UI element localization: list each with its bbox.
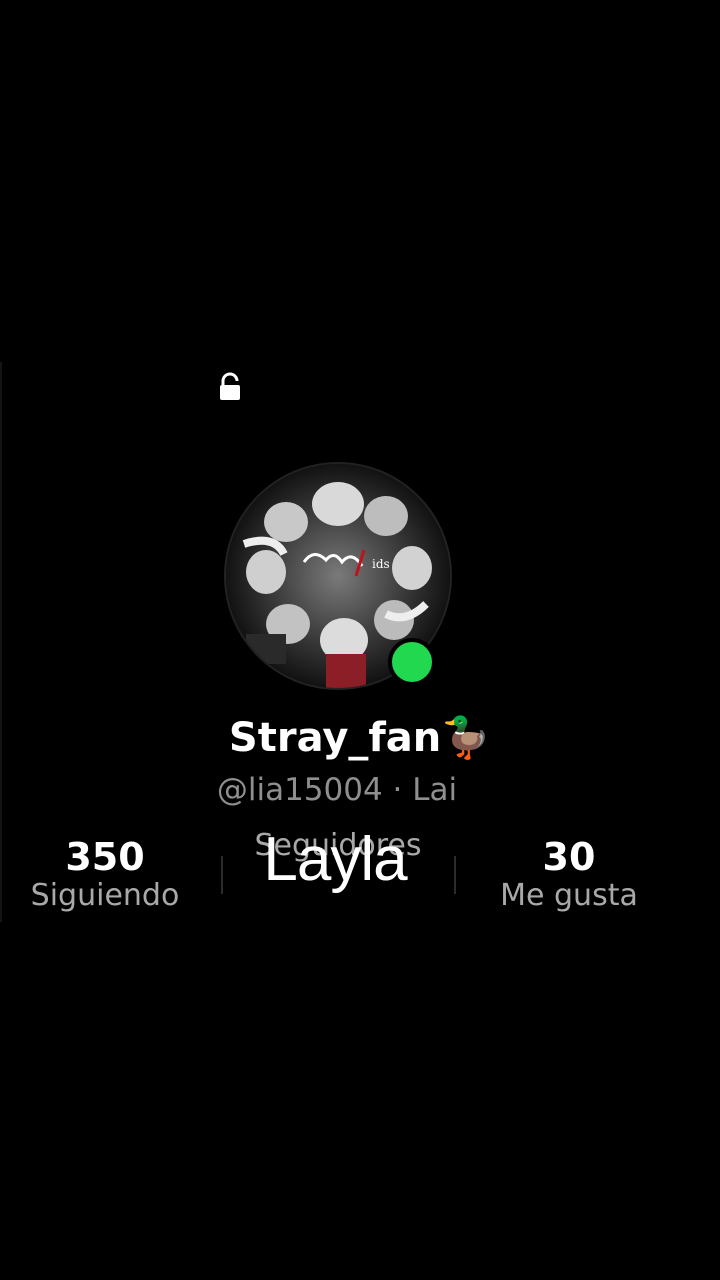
lock-icon xyxy=(219,372,241,402)
display-name: Stray_fan🦆 xyxy=(228,715,492,761)
avatar-container[interactable]: ids xyxy=(226,464,450,688)
online-status-dot xyxy=(388,638,436,686)
svg-text:ids: ids xyxy=(372,557,390,571)
overlay-caption: Layla xyxy=(263,825,407,894)
username-handle: @lia15004 · Lai xyxy=(216,772,458,808)
